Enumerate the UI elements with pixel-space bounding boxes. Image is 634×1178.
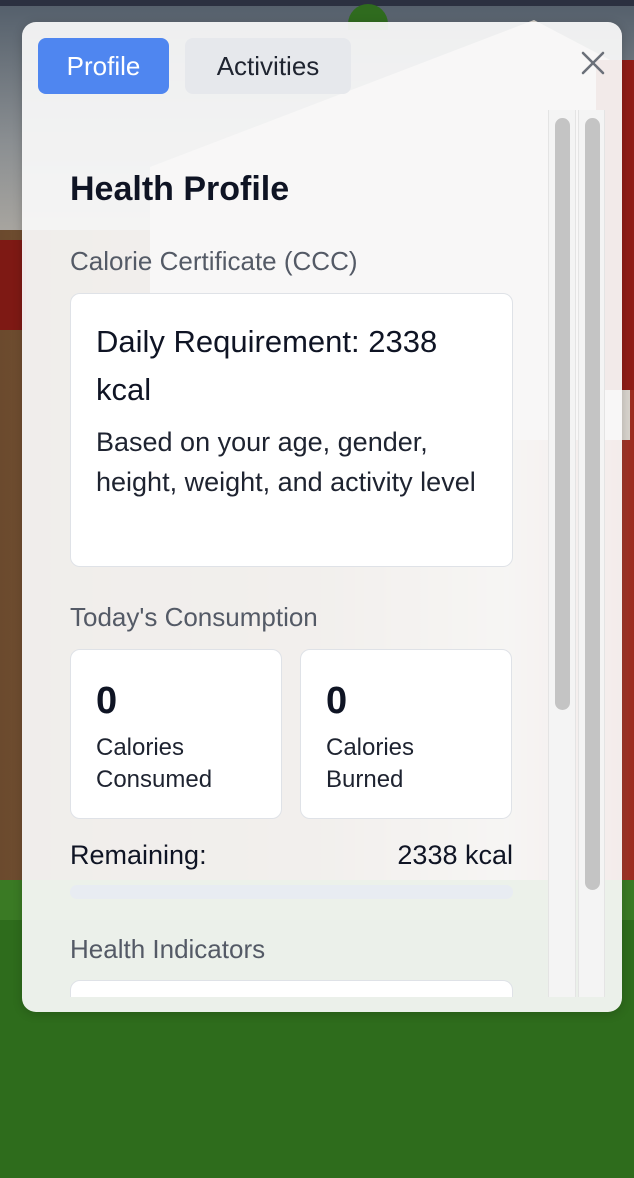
calorie-certificate-label: Calorie Certificate (CCC)	[70, 246, 358, 276]
calories-consumed-card: 0 Calories Consumed	[70, 649, 282, 819]
calorie-certificate-card: Daily Requirement: 2338 kcal Based on yo…	[70, 293, 513, 567]
health-profile-panel: Profile Activities Health Profile Calori…	[22, 22, 622, 1012]
profile-scroll-area[interactable]: Health Profile Calorie Certificate (CCC)…	[22, 112, 548, 997]
outer-scrollbar[interactable]	[578, 110, 605, 997]
health-indicators-label: Health Indicators	[70, 934, 266, 964]
page-title: Health Profile	[70, 170, 290, 208]
remaining-value: 2338 kcal	[397, 840, 513, 870]
scrollbar[interactable]	[548, 110, 576, 997]
calorie-progress-bar	[70, 885, 513, 899]
daily-requirement-heading: Daily Requirement: 2338 kcal	[96, 324, 438, 407]
tab-profile[interactable]: Profile	[38, 38, 169, 94]
close-button[interactable]	[578, 48, 608, 78]
close-icon	[581, 51, 605, 75]
calories-consumed-label: Calories Consumed	[96, 734, 213, 793]
health-indicators-card	[70, 980, 513, 997]
calories-consumed-value: 0	[96, 680, 118, 722]
remaining-row: Remaining: 2338 kcal	[70, 836, 513, 876]
calories-burned-label: Calories Burned	[326, 734, 415, 793]
calories-burned-card: 0 Calories Burned	[300, 649, 512, 819]
outer-scrollbar-thumb[interactable]	[585, 118, 600, 890]
remaining-label: Remaining:	[70, 840, 207, 870]
todays-consumption-label: Today's Consumption	[70, 602, 318, 632]
daily-requirement-description: Based on your age, gender, height, weigh…	[96, 427, 476, 497]
scrollbar-thumb[interactable]	[555, 118, 570, 710]
calories-burned-value: 0	[326, 680, 348, 722]
tab-activities[interactable]: Activities	[185, 38, 351, 94]
